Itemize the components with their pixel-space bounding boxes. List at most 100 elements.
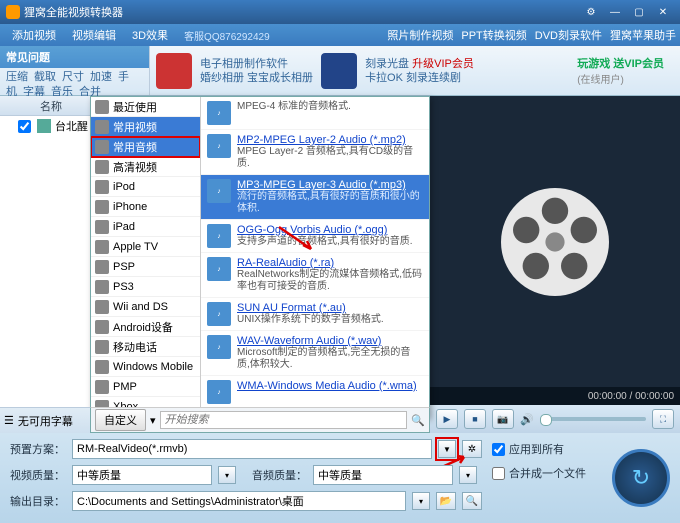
category-icon — [95, 260, 109, 274]
add-video-menu[interactable]: 添加视频 — [4, 24, 64, 46]
video-quality-combo[interactable]: 中等质量 — [72, 465, 212, 485]
category-item[interactable]: Apple TV — [91, 237, 200, 257]
format-item[interactable]: ♪WAV-Waveform Audio (*.wav)Microsoft制定的音… — [201, 331, 429, 376]
volume-slider[interactable] — [540, 417, 646, 421]
no-subtitle-label: 无可用字幕 — [18, 413, 73, 429]
format-item[interactable]: ♪MPEG-4 标准的音频格式. — [201, 97, 429, 130]
category-icon — [95, 240, 109, 254]
menu-bar: 添加视频 视频编辑 3D效果 客服QQ876292429 照片制作视频 PPT转… — [0, 24, 680, 46]
app-logo-icon — [6, 5, 20, 19]
merge-one-checkbox[interactable]: 合并成一个文件 — [492, 465, 602, 481]
convert-button[interactable]: ↻ — [612, 449, 670, 507]
settings-icon[interactable]: ⚙ — [580, 4, 602, 20]
faq-link[interactable]: 加速 — [90, 71, 112, 83]
faq-link[interactable]: 压缩 — [6, 71, 28, 83]
custom-button[interactable]: 自定义 — [95, 409, 146, 431]
category-item[interactable]: 常用音频 — [91, 137, 200, 157]
promo-icon-1 — [156, 53, 192, 89]
vip-upgrade[interactable]: 升级VIP会员 — [412, 58, 474, 70]
link-apple[interactable]: 狸窝苹果助手 — [610, 27, 676, 43]
output-dir-field[interactable]: C:\Documents and Settings\Administrator\… — [72, 491, 406, 511]
file-icon — [37, 119, 51, 133]
format-search-input[interactable] — [160, 411, 408, 429]
category-item[interactable]: Windows Mobile — [91, 357, 200, 377]
maximize-button[interactable]: ▢ — [628, 4, 650, 20]
find-button[interactable]: 🔍 — [462, 492, 482, 510]
chevron-down-icon[interactable]: ▾ — [150, 414, 156, 427]
format-icon: ♪ — [207, 257, 231, 281]
category-icon — [95, 340, 109, 354]
format-item[interactable]: ♪OGG-Ogg Vorbis Audio (*.ogg)支持多声道的音频格式,… — [201, 220, 429, 253]
category-item[interactable]: PS3 — [91, 277, 200, 297]
subtitle-bar: ☰ 无可用字幕 — [0, 407, 90, 433]
category-list: 最近使用常用视频常用音频高清视频iPodiPhoneiPadApple TVPS… — [91, 97, 201, 417]
out-label: 输出目录： — [10, 493, 66, 509]
category-item[interactable]: Wii and DS — [91, 297, 200, 317]
category-icon — [95, 220, 109, 234]
3d-effect-menu[interactable]: 3D效果 — [124, 24, 176, 46]
category-item[interactable]: iPhone — [91, 197, 200, 217]
preset-combo[interactable]: RM-RealVideo(*.rmvb) — [72, 439, 432, 459]
format-icon: ♪ — [207, 380, 231, 404]
out-dropdown-button[interactable]: ▾ — [412, 492, 430, 510]
file-checkbox[interactable] — [18, 120, 31, 133]
file-list-panel: 名称 台北醒 最近使用常用视频常用音频高清视频iPodiPhoneiPadApp… — [0, 96, 430, 433]
stop-button[interactable]: ■ — [464, 409, 486, 429]
link-photo[interactable]: 照片制作视频 — [387, 27, 453, 43]
vq-dropdown-button[interactable]: ▾ — [218, 466, 236, 484]
promo-area: 电子相册制作软件 婚纱相册 宝宝成长相册 刻录光盘 升级VIP会员 卡拉OK 刻… — [150, 46, 680, 95]
category-item[interactable]: PSP — [91, 257, 200, 277]
category-item[interactable]: 高清视频 — [91, 157, 200, 177]
preset-settings-button[interactable]: ✲ — [462, 440, 482, 458]
minimize-button[interactable]: — — [604, 4, 626, 20]
format-item[interactable]: ♪MP2-MPEG Layer-2 Audio (*.mp2)MPEG Laye… — [201, 130, 429, 175]
category-item[interactable]: 常用视频 — [91, 117, 200, 137]
audio-quality-combo[interactable]: 中等质量 — [313, 465, 453, 485]
aq-dropdown-button[interactable]: ▾ — [459, 466, 477, 484]
title-bar: 狸窝全能视频转换器 ⚙ — ▢ ✕ — [0, 0, 680, 24]
category-icon — [95, 160, 109, 174]
format-item[interactable]: ♪RA-RealAudio (*.ra)RealNetworks制定的流媒体音频… — [201, 253, 429, 298]
format-item[interactable]: ♪MP3-MPEG Layer-3 Audio (*.mp3)流行的音频格式,具… — [201, 175, 429, 220]
category-item[interactable]: iPad — [91, 217, 200, 237]
faq-link[interactable]: 截取 — [34, 71, 56, 83]
faq-panel: 常见问题 压缩截取尺寸加速手机字幕音乐合并 — [0, 46, 150, 95]
fullscreen-button[interactable]: ⛶ — [652, 409, 674, 429]
category-icon — [95, 200, 109, 214]
video-edit-menu[interactable]: 视频编辑 — [64, 24, 124, 46]
category-icon — [95, 280, 109, 294]
promo2-line2[interactable]: 卡拉OK 刻录连续剧 — [365, 71, 474, 85]
promo3-line1[interactable]: 玩游戏 送VIP会员 — [577, 55, 664, 71]
preset-label: 预置方案： — [10, 441, 66, 457]
category-item[interactable]: PMP — [91, 377, 200, 397]
preview-panel: 00:00:00 / 00:00:00 ▶ ■ 📷 🔊 ⛶ — [430, 96, 680, 433]
category-item[interactable]: 移动电话 — [91, 337, 200, 357]
category-icon — [95, 140, 109, 154]
promo-icon-2 — [321, 53, 357, 89]
format-item[interactable]: ♪SUN AU Format (*.au)UNIX操作系统下的数字音频格式. — [201, 298, 429, 331]
format-item[interactable]: ♪WMA-Windows Media Audio (*.wma) — [201, 376, 429, 409]
open-folder-button[interactable]: 📂 — [436, 492, 456, 510]
snapshot-button[interactable]: 📷 — [492, 409, 514, 429]
search-icon[interactable]: 🔍 — [411, 414, 425, 427]
format-icon: ♪ — [207, 224, 231, 248]
faq-link[interactable]: 尺寸 — [62, 71, 84, 83]
close-button[interactable]: ✕ — [652, 4, 674, 20]
apply-all-checkbox[interactable]: 应用到所有 — [492, 441, 602, 457]
link-ppt[interactable]: PPT转换视频 — [461, 27, 526, 43]
promo1-line1[interactable]: 电子相册制作软件 — [200, 57, 313, 71]
play-button[interactable]: ▶ — [436, 409, 458, 429]
format-list: ♪MPEG-4 标准的音频格式.♪MP2-MPEG Layer-2 Audio … — [201, 97, 429, 417]
category-item[interactable]: Android设备 — [91, 317, 200, 337]
toolbar: 常见问题 压缩截取尺寸加速手机字幕音乐合并 电子相册制作软件 婚纱相册 宝宝成长… — [0, 46, 680, 96]
film-reel-icon — [495, 182, 615, 302]
playback-controls: ▶ ■ 📷 🔊 ⛶ — [430, 405, 680, 433]
category-item[interactable]: 最近使用 — [91, 97, 200, 117]
category-icon — [95, 120, 109, 134]
link-dvd[interactable]: DVD刻录软件 — [535, 27, 602, 43]
preset-dropdown-button[interactable]: ▼ — [438, 440, 456, 458]
video-preview — [430, 96, 680, 387]
promo1-line2[interactable]: 婚纱相册 宝宝成长相册 — [200, 71, 313, 85]
volume-icon[interactable]: 🔊 — [520, 413, 534, 426]
category-item[interactable]: iPod — [91, 177, 200, 197]
